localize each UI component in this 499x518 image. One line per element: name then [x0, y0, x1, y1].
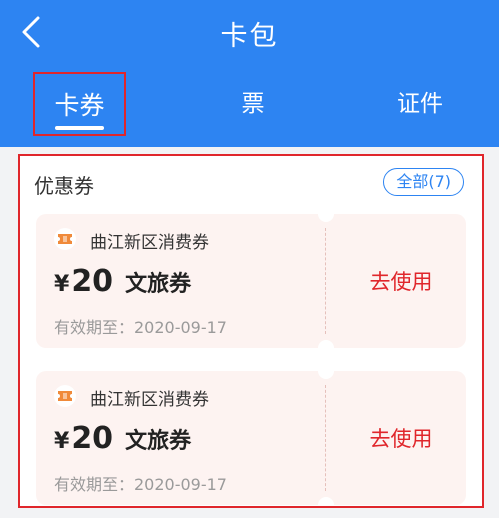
coupon-divider: [325, 385, 326, 491]
coupon-panel: 优惠券 全部(7) 曲江新区消费券 ¥20 文旅券 有效期至：2020-09-17…: [18, 154, 484, 508]
active-tab-indicator: [55, 126, 104, 130]
tab-cards-label: 卡券: [54, 91, 105, 120]
coupon-notch: [318, 497, 334, 506]
tab-tickets[interactable]: 票: [233, 84, 273, 118]
header-bar: 卡包 卡券 票 证件: [0, 0, 499, 147]
ticket-icon: [54, 228, 76, 250]
ticket-icon: [54, 385, 76, 407]
coupon-card[interactable]: 曲江新区消费券 ¥20 文旅券 有效期至：2020-09-17 去使用: [36, 363, 466, 506]
coupon-currency: ¥: [54, 272, 70, 297]
section-title: 优惠券: [34, 174, 94, 198]
view-all-button[interactable]: 全部(7): [383, 168, 464, 196]
tab-ids[interactable]: 证件: [392, 84, 448, 118]
coupon-validity: 有效期至：2020-09-17: [54, 318, 227, 337]
use-coupon-button[interactable]: 去使用: [336, 423, 466, 453]
coupon-validity: 有效期至：2020-09-17: [54, 475, 227, 494]
coupon-divider: [325, 228, 326, 334]
coupon-issuer: 曲江新区消费券: [90, 233, 209, 253]
tab-cards[interactable]: 卡券: [33, 72, 126, 136]
coupon-type: 文旅券: [125, 272, 192, 297]
coupon-amount: 20: [71, 264, 114, 299]
coupon-notch: [318, 206, 334, 222]
page-title: 卡包: [220, 21, 279, 52]
coupon-amount: 20: [71, 421, 114, 456]
coupon-amount-row: ¥20 文旅券: [54, 264, 191, 299]
coupon-card[interactable]: 曲江新区消费券 ¥20 文旅券 有效期至：2020-09-17 去使用: [36, 206, 466, 356]
coupon-type: 文旅券: [125, 429, 192, 454]
coupon-amount-row: ¥20 文旅券: [54, 421, 191, 456]
coupon-notch: [318, 363, 334, 379]
coupon-currency: ¥: [54, 429, 70, 454]
coupon-notch: [318, 340, 334, 356]
coupon-issuer: 曲江新区消费券: [90, 390, 209, 410]
use-coupon-button[interactable]: 去使用: [336, 266, 466, 296]
